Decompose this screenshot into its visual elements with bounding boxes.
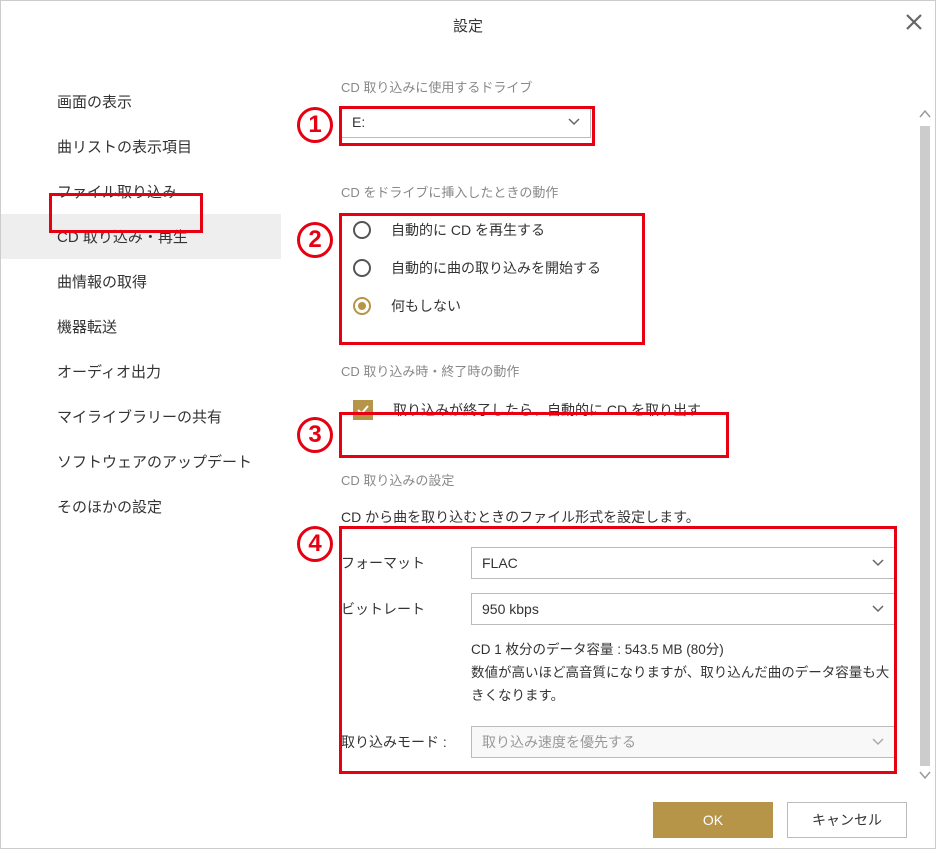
- radio-label: 自動的に CD を再生する: [391, 220, 545, 240]
- radio-icon: [353, 297, 371, 315]
- format-value: FLAC: [482, 555, 518, 571]
- radio-do-nothing[interactable]: 何もしない: [341, 287, 641, 325]
- footer: OK キャンセル: [1, 792, 935, 848]
- bitrate-label: ビットレート: [341, 599, 471, 619]
- sidebar-item-audio-output[interactable]: オーディオ出力: [1, 349, 281, 394]
- checkbox-label: 取り込みが終了したら、自動的に CD を取り出す: [393, 400, 701, 420]
- content-panel: CD 取り込みに使用するドライブ E: CD をドライブに挿入したときの動作 自…: [281, 49, 935, 792]
- sidebar-item-display[interactable]: 画面の表示: [1, 79, 281, 124]
- radio-auto-play[interactable]: 自動的に CD を再生する: [341, 211, 641, 249]
- capacity-info: CD 1 枚分のデータ容量 : 543.5 MB (80分): [471, 639, 895, 662]
- radio-label: 何もしない: [391, 296, 461, 316]
- radio-label: 自動的に曲の取り込みを開始する: [391, 258, 601, 278]
- insert-action-label: CD をドライブに挿入したときの動作: [341, 182, 895, 201]
- sidebar-item-device-transfer[interactable]: 機器転送: [1, 304, 281, 349]
- insert-action-radios: 自動的に CD を再生する 自動的に曲の取り込みを開始する 何もしない: [341, 211, 641, 325]
- chevron-down-icon: [872, 735, 884, 749]
- annotation-marker-4: 4: [297, 526, 333, 562]
- checkbox-icon: [353, 400, 373, 420]
- sidebar-item-cd-import-play[interactable]: CD 取り込み・再生: [1, 214, 281, 259]
- radio-icon: [353, 259, 371, 277]
- chevron-down-icon: [568, 115, 580, 129]
- titlebar: 設定: [1, 1, 935, 49]
- sidebar-item-software-update[interactable]: ソフトウェアのアップデート: [1, 439, 281, 484]
- annotation-marker-3: 3: [297, 417, 333, 453]
- drive-select[interactable]: E:: [341, 106, 591, 138]
- import-settings-label: CD 取り込みの設定: [341, 470, 895, 489]
- annotation-marker-2: 2: [297, 222, 333, 258]
- body: 画面の表示 曲リストの表示項目 ファイル取り込み CD 取り込み・再生 曲情報の…: [1, 49, 935, 792]
- scrollbar-thumb[interactable]: [920, 126, 930, 766]
- ok-button[interactable]: OK: [653, 802, 773, 838]
- radio-icon: [353, 221, 371, 239]
- settings-window: 設定 画面の表示 曲リストの表示項目 ファイル取り込み CD 取り込み・再生 曲…: [0, 0, 936, 849]
- drive-value: E:: [352, 114, 365, 130]
- format-label: フォーマット: [341, 553, 471, 573]
- bitrate-value: 950 kbps: [482, 601, 539, 617]
- sidebar-item-list-columns[interactable]: 曲リストの表示項目: [1, 124, 281, 169]
- end-action-label: CD 取り込み時・終了時の動作: [341, 361, 895, 380]
- scrollbar[interactable]: [917, 109, 933, 839]
- cancel-button[interactable]: キャンセル: [787, 802, 907, 838]
- mode-select[interactable]: 取り込み速度を優先する: [471, 726, 895, 758]
- annotation-marker-1: 1: [297, 107, 333, 143]
- format-row: フォーマット FLAC: [341, 547, 895, 579]
- close-icon[interactable]: [905, 11, 923, 37]
- mode-row: 取り込みモード : 取り込み速度を優先する: [341, 726, 895, 758]
- format-select[interactable]: FLAC: [471, 547, 895, 579]
- chevron-down-icon: [872, 556, 884, 570]
- quality-info: 数値が高いほど高音質になりますが、取り込んだ曲のデータ容量も大きくなります。: [471, 662, 895, 708]
- drive-section-label: CD 取り込みに使用するドライブ: [341, 77, 895, 96]
- sidebar-item-library-share[interactable]: マイライブラリーの共有: [1, 394, 281, 439]
- import-settings-desc: CD から曲を取り込むときのファイル形式を設定します。: [341, 507, 895, 527]
- mode-value: 取り込み速度を優先する: [482, 732, 636, 752]
- bitrate-select[interactable]: 950 kbps: [471, 593, 895, 625]
- sidebar-item-other[interactable]: そのほかの設定: [1, 484, 281, 529]
- sidebar: 画面の表示 曲リストの表示項目 ファイル取り込み CD 取り込み・再生 曲情報の…: [1, 49, 281, 792]
- sidebar-item-file-import[interactable]: ファイル取り込み: [1, 169, 281, 214]
- scroll-down-icon[interactable]: [917, 770, 933, 783]
- mode-label: 取り込みモード :: [341, 732, 471, 752]
- radio-auto-import[interactable]: 自動的に曲の取り込みを開始する: [341, 249, 641, 287]
- bitrate-row: ビットレート 950 kbps: [341, 593, 895, 625]
- chevron-down-icon: [872, 602, 884, 616]
- scroll-up-icon[interactable]: [917, 109, 933, 122]
- checkbox-eject-after[interactable]: 取り込みが終了したら、自動的に CD を取り出す: [341, 390, 895, 430]
- window-title: 設定: [453, 15, 483, 36]
- sidebar-item-track-info[interactable]: 曲情報の取得: [1, 259, 281, 304]
